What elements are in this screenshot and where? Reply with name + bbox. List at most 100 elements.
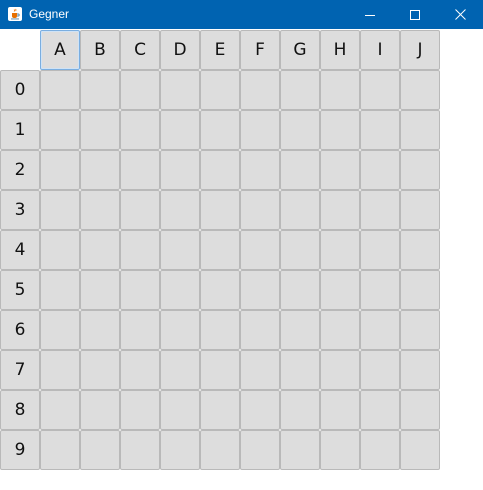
board-cell-j0[interactable] [400, 70, 440, 110]
board-cell-g2[interactable] [280, 150, 320, 190]
board-cell-h1[interactable] [320, 110, 360, 150]
board-cell-h3[interactable] [320, 190, 360, 230]
column-header-c[interactable]: C [120, 30, 160, 70]
board-cell-f7[interactable] [240, 350, 280, 390]
board-cell-i9[interactable] [360, 430, 400, 470]
board-cell-a6[interactable] [40, 310, 80, 350]
row-header-8[interactable]: 8 [0, 390, 40, 430]
board-cell-g5[interactable] [280, 270, 320, 310]
board-cell-e4[interactable] [200, 230, 240, 270]
board-cell-a3[interactable] [40, 190, 80, 230]
board-cell-c0[interactable] [120, 70, 160, 110]
board-cell-b4[interactable] [80, 230, 120, 270]
board-cell-a1[interactable] [40, 110, 80, 150]
board-cell-f5[interactable] [240, 270, 280, 310]
board-cell-f0[interactable] [240, 70, 280, 110]
board-cell-f2[interactable] [240, 150, 280, 190]
board-cell-j3[interactable] [400, 190, 440, 230]
board-cell-d2[interactable] [160, 150, 200, 190]
board-cell-a7[interactable] [40, 350, 80, 390]
board-cell-e5[interactable] [200, 270, 240, 310]
column-header-f[interactable]: F [240, 30, 280, 70]
board-cell-f8[interactable] [240, 390, 280, 430]
board-cell-c1[interactable] [120, 110, 160, 150]
column-header-e[interactable]: E [200, 30, 240, 70]
board-cell-e2[interactable] [200, 150, 240, 190]
board-cell-c3[interactable] [120, 190, 160, 230]
board-cell-g7[interactable] [280, 350, 320, 390]
title-bar[interactable]: Gegner [0, 0, 483, 29]
board-cell-j8[interactable] [400, 390, 440, 430]
board-cell-b0[interactable] [80, 70, 120, 110]
board-cell-f4[interactable] [240, 230, 280, 270]
board-cell-e9[interactable] [200, 430, 240, 470]
row-header-7[interactable]: 7 [0, 350, 40, 390]
board-cell-i0[interactable] [360, 70, 400, 110]
board-cell-b8[interactable] [80, 390, 120, 430]
board-cell-j6[interactable] [400, 310, 440, 350]
board-cell-b2[interactable] [80, 150, 120, 190]
board-cell-c5[interactable] [120, 270, 160, 310]
row-header-4[interactable]: 4 [0, 230, 40, 270]
board-cell-h9[interactable] [320, 430, 360, 470]
board-cell-j9[interactable] [400, 430, 440, 470]
board-cell-h6[interactable] [320, 310, 360, 350]
board-cell-a4[interactable] [40, 230, 80, 270]
column-header-g[interactable]: G [280, 30, 320, 70]
board-cell-b3[interactable] [80, 190, 120, 230]
board-cell-c9[interactable] [120, 430, 160, 470]
close-button[interactable] [437, 0, 483, 29]
board-cell-e8[interactable] [200, 390, 240, 430]
board-cell-c7[interactable] [120, 350, 160, 390]
board-cell-h8[interactable] [320, 390, 360, 430]
board-cell-g1[interactable] [280, 110, 320, 150]
board-cell-c8[interactable] [120, 390, 160, 430]
board-cell-i7[interactable] [360, 350, 400, 390]
board-cell-h4[interactable] [320, 230, 360, 270]
column-header-d[interactable]: D [160, 30, 200, 70]
row-header-3[interactable]: 3 [0, 190, 40, 230]
board-cell-h2[interactable] [320, 150, 360, 190]
board-cell-f3[interactable] [240, 190, 280, 230]
column-header-h[interactable]: H [320, 30, 360, 70]
board-cell-e0[interactable] [200, 70, 240, 110]
minimize-button[interactable] [347, 0, 393, 29]
board-cell-g3[interactable] [280, 190, 320, 230]
board-cell-h7[interactable] [320, 350, 360, 390]
board-cell-f6[interactable] [240, 310, 280, 350]
board-cell-f1[interactable] [240, 110, 280, 150]
row-header-9[interactable]: 9 [0, 430, 40, 470]
board-cell-b1[interactable] [80, 110, 120, 150]
row-header-5[interactable]: 5 [0, 270, 40, 310]
row-header-2[interactable]: 2 [0, 150, 40, 190]
board-cell-e7[interactable] [200, 350, 240, 390]
board-cell-j2[interactable] [400, 150, 440, 190]
board-cell-f9[interactable] [240, 430, 280, 470]
board-cell-i4[interactable] [360, 230, 400, 270]
board-cell-j1[interactable] [400, 110, 440, 150]
board-cell-h0[interactable] [320, 70, 360, 110]
board-cell-g0[interactable] [280, 70, 320, 110]
board-cell-a0[interactable] [40, 70, 80, 110]
board-cell-c2[interactable] [120, 150, 160, 190]
board-cell-g8[interactable] [280, 390, 320, 430]
row-header-6[interactable]: 6 [0, 310, 40, 350]
maximize-button[interactable] [392, 0, 438, 29]
board-cell-d7[interactable] [160, 350, 200, 390]
board-cell-a8[interactable] [40, 390, 80, 430]
board-cell-d4[interactable] [160, 230, 200, 270]
board-cell-a5[interactable] [40, 270, 80, 310]
board-cell-i5[interactable] [360, 270, 400, 310]
board-cell-c4[interactable] [120, 230, 160, 270]
board-cell-e6[interactable] [200, 310, 240, 350]
board-cell-i3[interactable] [360, 190, 400, 230]
board-cell-j7[interactable] [400, 350, 440, 390]
board-cell-i6[interactable] [360, 310, 400, 350]
board-cell-b9[interactable] [80, 430, 120, 470]
board-cell-e3[interactable] [200, 190, 240, 230]
board-cell-i1[interactable] [360, 110, 400, 150]
board-cell-i2[interactable] [360, 150, 400, 190]
board-cell-b7[interactable] [80, 350, 120, 390]
board-cell-b6[interactable] [80, 310, 120, 350]
board-cell-g4[interactable] [280, 230, 320, 270]
